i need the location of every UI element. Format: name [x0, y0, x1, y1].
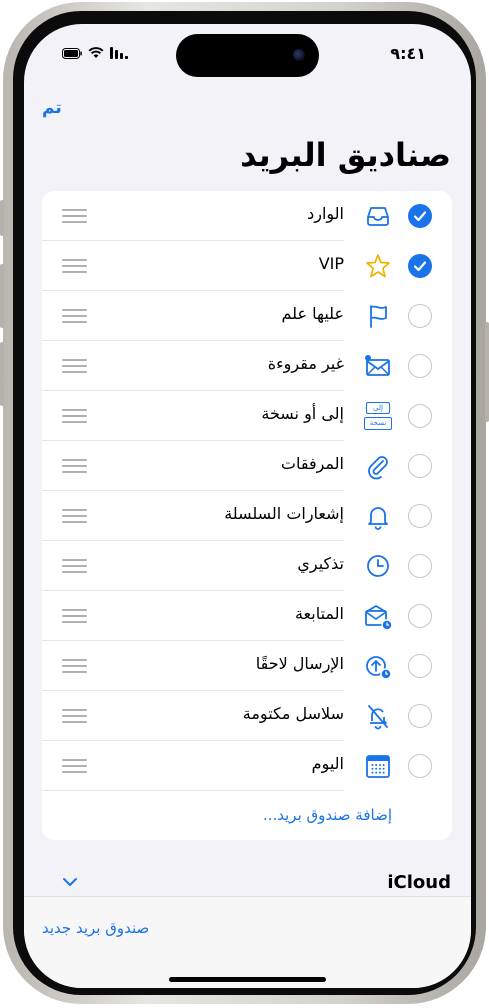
reorder-handle-icon[interactable] — [62, 759, 87, 773]
inbox-tray-icon — [364, 202, 392, 230]
mailbox-label: إشعارات السلسلة — [224, 504, 344, 523]
mailbox-list: الوارد VIP عليها علم غير مقروءة إلى أو نسخة إ… — [42, 191, 452, 840]
home-indicator — [169, 977, 326, 982]
mailbox-row[interactable]: VIP — [42, 241, 452, 291]
mailbox-label: عليها علم — [281, 304, 345, 323]
phone-frame: ٩:٤١ تم صناديق البريد الوارد VIP عليها ع… — [0, 2, 489, 1004]
unread-envelope-icon — [364, 352, 392, 380]
bell-icon — [364, 502, 392, 530]
reorder-handle-icon[interactable] — [62, 359, 87, 373]
volume-up-button — [0, 264, 4, 328]
bottom-toolbar: صندوق بريد جديد — [24, 896, 471, 988]
cc-tag: نسخة — [364, 417, 392, 430]
reorder-handle-icon[interactable] — [62, 659, 87, 673]
front-camera — [293, 49, 305, 61]
mailbox-row[interactable]: عليها علم — [42, 291, 452, 341]
checkmark-unselected-icon[interactable] — [408, 554, 432, 578]
action-button — [0, 200, 4, 236]
mailbox-label: المرفقات — [280, 454, 344, 473]
checkmark-selected-icon[interactable] — [408, 204, 432, 228]
mailbox-row[interactable]: المرفقات — [42, 441, 452, 491]
mailbox-row[interactable]: تذكيري — [42, 541, 452, 591]
status-icons — [62, 46, 128, 60]
mailbox-label: VIP — [318, 254, 344, 273]
mailbox-row[interactable]: غير مقروءة — [42, 341, 452, 391]
mailbox-label: سلاسل مكتومة — [242, 704, 344, 723]
mailbox-row[interactable]: الإرسال لاحقًا — [42, 641, 452, 691]
row-divider — [42, 790, 344, 791]
dynamic-island — [176, 34, 319, 77]
checkmark-unselected-icon[interactable] — [408, 704, 432, 728]
battery-icon — [62, 47, 82, 59]
checkmark-unselected-icon[interactable] — [408, 454, 432, 478]
power-button — [485, 322, 489, 422]
checkmark-unselected-icon[interactable] — [408, 754, 432, 778]
mailbox-row[interactable]: إلى أو نسخة إلى نسخة — [42, 391, 452, 441]
page-title: صناديق البريد — [240, 136, 451, 174]
reorder-handle-icon[interactable] — [62, 509, 87, 523]
mailbox-row[interactable]: سلاسل مكتومة — [42, 691, 452, 741]
signal-icon — [110, 47, 128, 59]
reorder-handle-icon[interactable] — [62, 709, 87, 723]
flag-icon — [364, 302, 392, 330]
mailbox-row[interactable]: الوارد — [42, 191, 452, 241]
volume-down-button — [0, 342, 4, 406]
section-header-icloud[interactable]: iCloud — [387, 872, 451, 893]
reorder-handle-icon[interactable] — [62, 409, 87, 423]
reorder-handle-icon[interactable] — [62, 209, 87, 223]
checkmark-unselected-icon[interactable] — [408, 504, 432, 528]
muted-bell-icon — [364, 702, 392, 730]
wifi-icon — [88, 47, 104, 58]
checkmark-unselected-icon[interactable] — [408, 354, 432, 378]
to-tag: إلى — [366, 402, 390, 414]
reorder-handle-icon[interactable] — [62, 459, 87, 473]
paperclip-icon — [364, 452, 392, 480]
checkmark-unselected-icon[interactable] — [408, 304, 432, 328]
star-icon — [364, 252, 392, 280]
mailbox-label: غير مقروءة — [267, 354, 344, 373]
mailbox-label: تذكيري — [297, 554, 344, 573]
reorder-handle-icon[interactable] — [62, 609, 87, 623]
calendar-icon — [364, 752, 392, 780]
mailbox-label: المتابعة — [294, 604, 344, 623]
reorder-handle-icon[interactable] — [62, 559, 87, 573]
checkmark-unselected-icon[interactable] — [408, 604, 432, 628]
mailbox-row[interactable]: المتابعة — [42, 591, 452, 641]
mailbox-label: إلى أو نسخة — [261, 404, 344, 423]
mailbox-label: الإرسال لاحقًا — [255, 654, 344, 673]
mailbox-label: الوارد — [307, 204, 344, 223]
new-mailbox-button[interactable]: صندوق بريد جديد — [42, 919, 149, 937]
follow-up-envelope-icon — [364, 602, 393, 631]
send-later-icon — [364, 652, 392, 680]
reorder-handle-icon[interactable] — [62, 309, 87, 323]
checkmark-selected-icon[interactable] — [408, 254, 432, 278]
done-button[interactable]: تم — [42, 98, 62, 118]
checkmark-unselected-icon[interactable] — [408, 654, 432, 678]
reorder-handle-icon[interactable] — [62, 259, 87, 273]
mailbox-row[interactable]: اليوم — [42, 741, 452, 791]
checkmark-unselected-icon[interactable] — [408, 404, 432, 428]
to-cc-icon: إلى نسخة — [364, 402, 392, 430]
screen: ٩:٤١ تم صناديق البريد الوارد VIP عليها ع… — [24, 24, 471, 988]
status-time: ٩:٤١ — [390, 44, 426, 63]
mailbox-label: اليوم — [311, 754, 344, 773]
clock-icon — [364, 552, 392, 580]
add-mailbox-link[interactable]: إضافة صندوق بريد... — [263, 806, 392, 824]
chevron-down-icon[interactable] — [62, 876, 78, 888]
mailbox-row[interactable]: إشعارات السلسلة — [42, 491, 452, 541]
